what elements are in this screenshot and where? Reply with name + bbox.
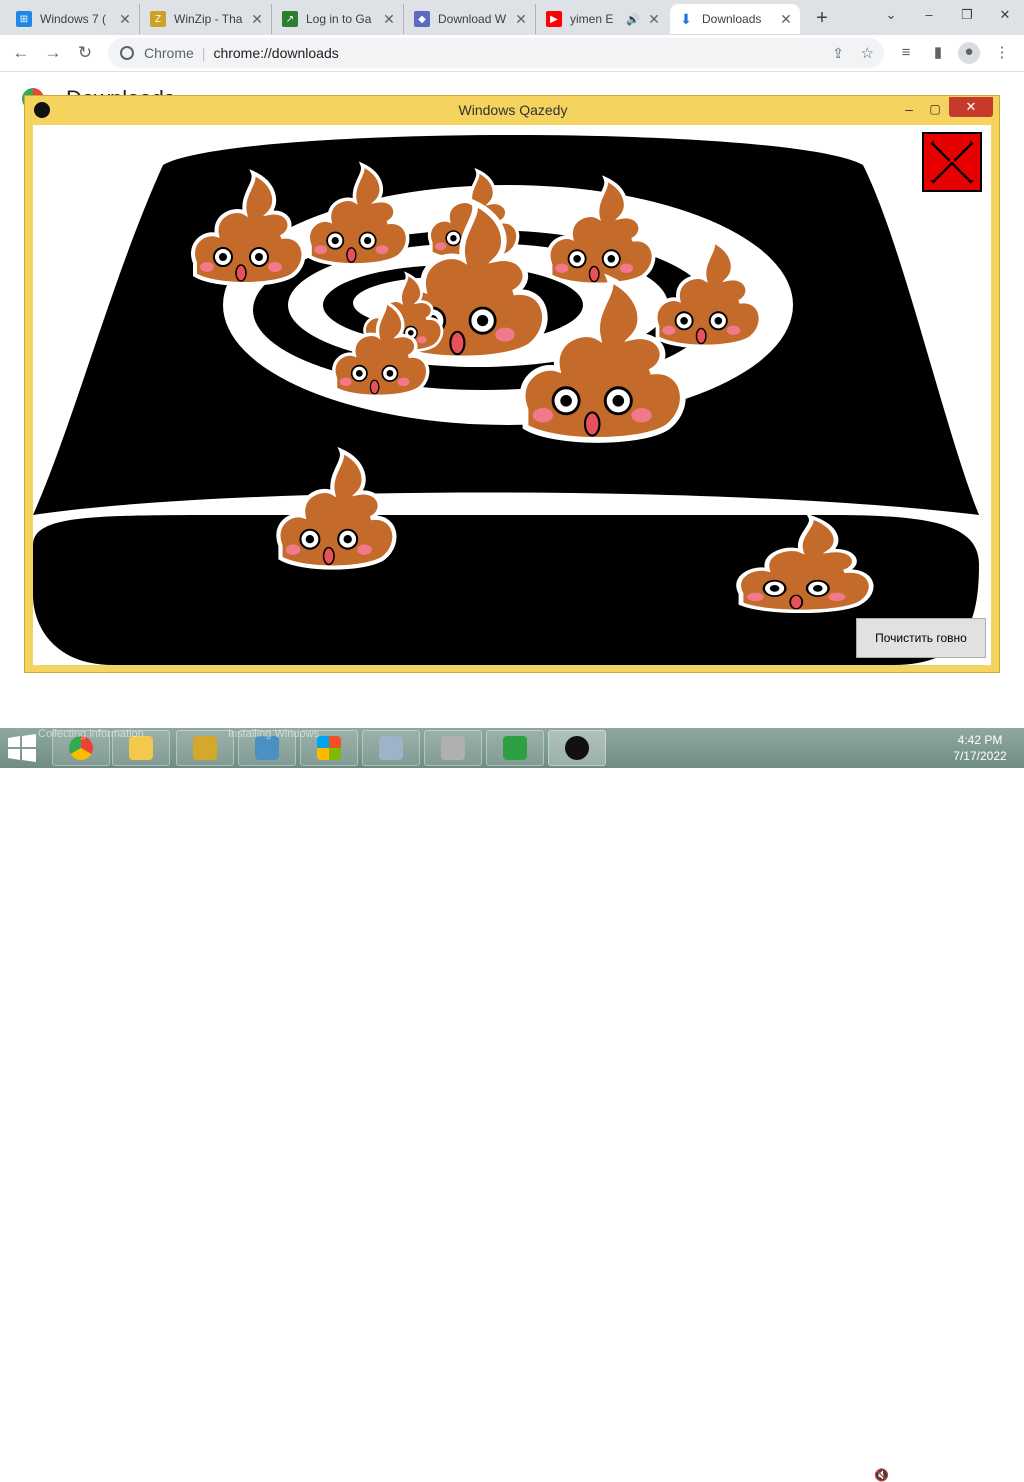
new-tab-button[interactable]: +	[810, 6, 834, 30]
chrome-icon	[120, 46, 134, 60]
monitor-icon	[379, 736, 403, 760]
tab-search-icon[interactable]: ⌄	[872, 0, 910, 30]
tab-title: Windows 7 (	[40, 12, 107, 26]
shield-icon: ◆	[414, 11, 430, 27]
clock-time: 4:42 PM	[957, 733, 1003, 747]
close-icon[interactable]: ✕	[249, 11, 265, 28]
swirl-background	[33, 135, 979, 665]
bookmark-star-icon[interactable]: ☆	[861, 44, 874, 62]
close-icon[interactable]: ✕	[513, 11, 529, 28]
close-icon[interactable]: ✕	[646, 11, 662, 28]
menu-kebab-icon[interactable]: ⋮	[992, 43, 1012, 63]
volume-muted-icon[interactable]: 🔇	[874, 1468, 889, 1482]
browser-toolbar: ← → ↻ Chrome | chrome://downloads ⇪ ☆ ≡ …	[0, 35, 1024, 72]
share-icon[interactable]: ⇪	[832, 45, 844, 62]
network-icon[interactable]: ▦	[898, 1468, 909, 1482]
tab-title: Log in to Ga	[306, 12, 372, 26]
profile-avatar-icon[interactable]: ●	[958, 42, 980, 64]
canvas-area	[33, 125, 991, 665]
restore-icon[interactable]: ❐	[948, 0, 986, 30]
tab-winzip[interactable]: Z WinZip - Tha ✕	[142, 4, 272, 34]
download-icon: ⬇	[680, 10, 692, 27]
tab-game[interactable]: ↗ Log in to Ga ✕	[274, 4, 404, 34]
window-controls: ⌄ – ❐ ✕	[872, 0, 1024, 30]
back-icon[interactable]: ←	[9, 41, 33, 65]
minimize-button[interactable]: –	[897, 98, 921, 120]
start-windows-icon[interactable]	[6, 734, 38, 762]
close-icon[interactable]: ✕	[381, 11, 397, 28]
tray-expand-icon[interactable]: ▲	[852, 1468, 864, 1482]
youtube-icon: ▶	[546, 11, 562, 27]
maximize-button[interactable]: ▢	[923, 98, 947, 120]
ghost-text: Collecting information	[38, 728, 144, 740]
minimize-icon[interactable]: –	[910, 0, 948, 30]
taskbar-installer[interactable]	[424, 730, 482, 766]
tab-title: yimen E	[570, 12, 614, 26]
action-center-icon[interactable]: ⚑	[920, 1468, 931, 1482]
windows-flag-icon: ⊞	[16, 11, 32, 27]
system-clock[interactable]: 4:42 PM 7/17/2022	[940, 732, 1020, 764]
winzip-icon: Z	[150, 11, 166, 27]
taskbar-qazedy[interactable]	[548, 730, 606, 766]
red-close-x-icon[interactable]	[922, 132, 982, 192]
omnibox-divider: |	[201, 45, 206, 61]
game-icon: ↗	[282, 11, 298, 27]
taskbar-winzip[interactable]	[176, 730, 234, 766]
address-bar[interactable]: Chrome | chrome://downloads ⇪ ☆	[108, 38, 884, 68]
tab-title: Downloads	[702, 12, 762, 26]
tab-title: WinZip - Tha	[174, 12, 243, 26]
clock-date: 7/17/2022	[953, 749, 1007, 763]
app-icon	[34, 102, 50, 118]
winzip-icon	[193, 736, 217, 760]
x-glyph-icon	[930, 140, 974, 184]
close-button[interactable]: ✕	[949, 97, 993, 117]
audio-icon[interactable]: 🔊	[626, 13, 640, 26]
window-title: Windows Qazedy	[458, 102, 568, 118]
download-arrow-icon	[503, 736, 527, 760]
installer-icon	[441, 736, 465, 760]
tab-strip: ⊞ Windows 7 ( ✕ Z WinZip - Tha ✕ ↗ Log i…	[0, 0, 1024, 35]
close-window-icon[interactable]: ✕	[986, 0, 1024, 30]
tab-title: Download W	[438, 12, 507, 26]
side-panel-icon[interactable]: ▮	[928, 43, 948, 63]
reload-icon[interactable]: ↻	[73, 41, 97, 65]
qazedy-window: Windows Qazedy – ▢ ✕	[24, 95, 1000, 673]
close-icon[interactable]: ✕	[117, 11, 133, 28]
omnibox-url: chrome://downloads	[213, 45, 339, 61]
ghost-text: Installing Windows	[228, 728, 320, 740]
tab-download-w[interactable]: ◆ Download W ✕	[406, 4, 536, 34]
qazedy-face-icon	[565, 736, 589, 760]
media-icon[interactable]: ≡	[896, 43, 916, 63]
tab-downloads[interactable]: ⬇ Downloads ✕	[670, 4, 800, 34]
taskbar-download[interactable]	[486, 730, 544, 766]
taskbar-monitor[interactable]	[362, 730, 420, 766]
clean-poop-button[interactable]: Почистить говно	[856, 618, 986, 658]
taskbar: ▲ 🔇 ▦ ⚑	[0, 728, 1024, 1482]
close-icon[interactable]: ✕	[778, 11, 794, 28]
forward-icon[interactable]: →	[41, 41, 65, 65]
windows-flag-icon	[317, 736, 341, 760]
tab-windows7[interactable]: ⊞ Windows 7 ( ✕	[8, 4, 140, 34]
tab-youtube[interactable]: ▶ yimen E 🔊 ✕	[538, 4, 668, 34]
omnibox-site: Chrome	[144, 45, 194, 61]
